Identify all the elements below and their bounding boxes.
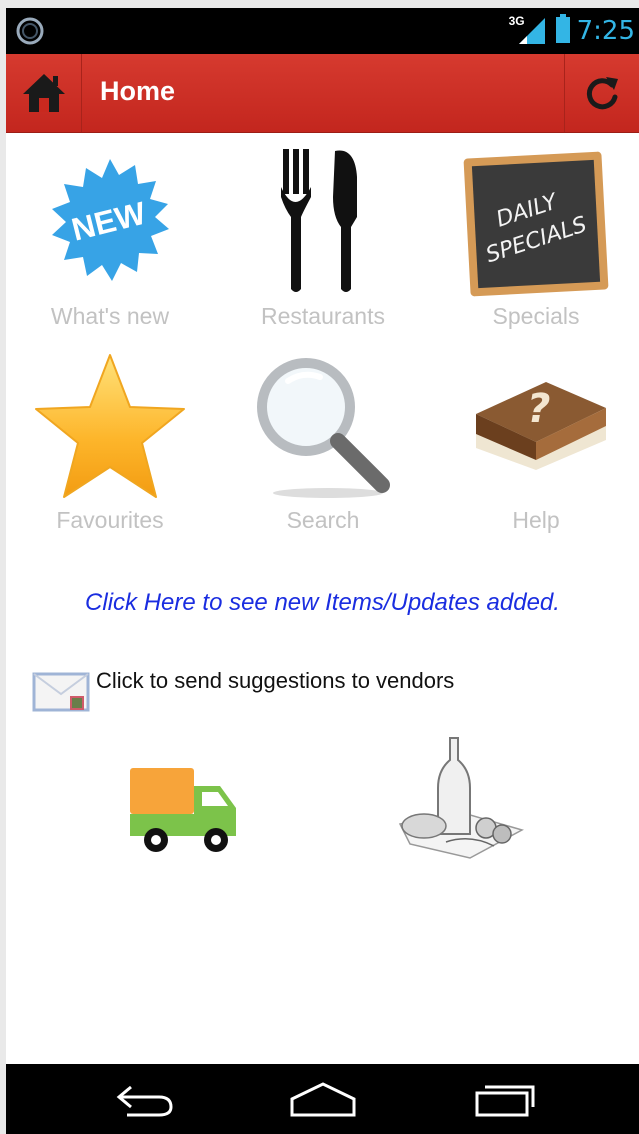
notification-ring-icon [16,17,44,45]
navigation-bar [6,1064,639,1134]
page-title: Home [100,76,176,106]
tile-restaurants[interactable]: Restaurants [223,144,423,344]
updates-link[interactable]: Click Here to see new Items/Updates adde… [6,589,639,617]
clock: 7:25 [576,16,635,46]
groceries-icon [398,737,524,859]
star-icon [30,348,190,503]
suggestions-button[interactable]: Click to send suggestions to vendors [32,668,454,718]
tile-favourites[interactable]: Favourites [10,348,210,548]
tile-label: Restaurants [260,303,385,329]
fork-knife-icon [243,144,403,299]
refresh-button[interactable] [564,54,639,132]
envelope-icon [32,672,90,712]
tile-label: Help [512,507,560,533]
action-bar: Home [6,54,639,133]
chalkboard-icon: DAILY SPECIALS [456,144,616,299]
tile-label: Specials [492,303,580,329]
tile-search[interactable]: Search [223,348,423,548]
battery-icon [555,13,571,49]
delivery-truck-button[interactable] [124,760,244,860]
tile-whats-new[interactable]: NEW What's new [10,144,210,344]
refresh-icon [586,77,618,110]
home-nav-button[interactable] [268,1064,378,1134]
tile-label: Favourites [56,507,164,533]
home-button[interactable] [6,54,82,132]
phone-screen: 3G 7:25 Home NEW What's new Restaurants … [6,8,639,1134]
status-indicators: 3G 7:25 [509,12,635,50]
status-bar: 3G 7:25 [6,8,639,54]
back-button[interactable] [90,1064,200,1134]
tile-label: Search [286,507,360,533]
recent-apps-icon [475,1085,535,1117]
back-icon [116,1085,173,1117]
nav-home-icon [290,1082,356,1117]
suggestions-text: Click to send suggestions to vendors [96,668,455,693]
recent-apps-button[interactable] [450,1064,560,1134]
magnifier-icon [243,348,403,503]
help-book-icon: ? [456,348,616,503]
tile-label: What's new [50,303,170,329]
tile-specials[interactable]: DAILY SPECIALS Specials [436,144,636,344]
new-badge-icon: NEW [30,144,190,299]
home-icon [22,74,65,112]
groceries-button[interactable] [390,734,532,870]
delivery-truck-icon [130,768,236,852]
signal-icon: 3G [509,14,549,46]
tile-help[interactable]: ? Help [436,348,636,548]
